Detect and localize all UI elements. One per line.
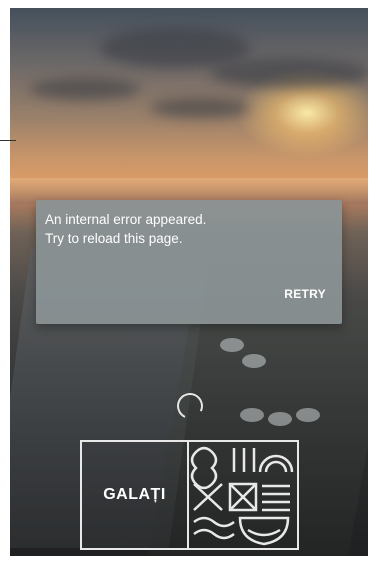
logo-divider (187, 442, 189, 548)
cloud (150, 98, 250, 118)
logo-text: GALAȚI (103, 486, 166, 503)
storage-tank (242, 354, 266, 368)
error-line-1: An internal error appeared. (45, 212, 207, 227)
retry-button[interactable]: RETRY (284, 287, 326, 301)
cloud (100, 28, 250, 68)
error-dialog: An internal error appeared. Try to reloa… (36, 200, 342, 324)
storage-tank (220, 338, 244, 352)
cloud (30, 78, 140, 100)
city-emblem-icon (190, 446, 294, 546)
error-line-2: Try to reload this page. (45, 231, 183, 246)
cloud (210, 58, 368, 88)
edge-line (0, 140, 16, 141)
error-message: An internal error appeared. Try to reloa… (45, 210, 206, 248)
galati-logo: GALAȚI (80, 440, 299, 550)
storage-tank (268, 412, 292, 426)
storage-tank (240, 408, 264, 422)
storage-tank (296, 408, 320, 422)
